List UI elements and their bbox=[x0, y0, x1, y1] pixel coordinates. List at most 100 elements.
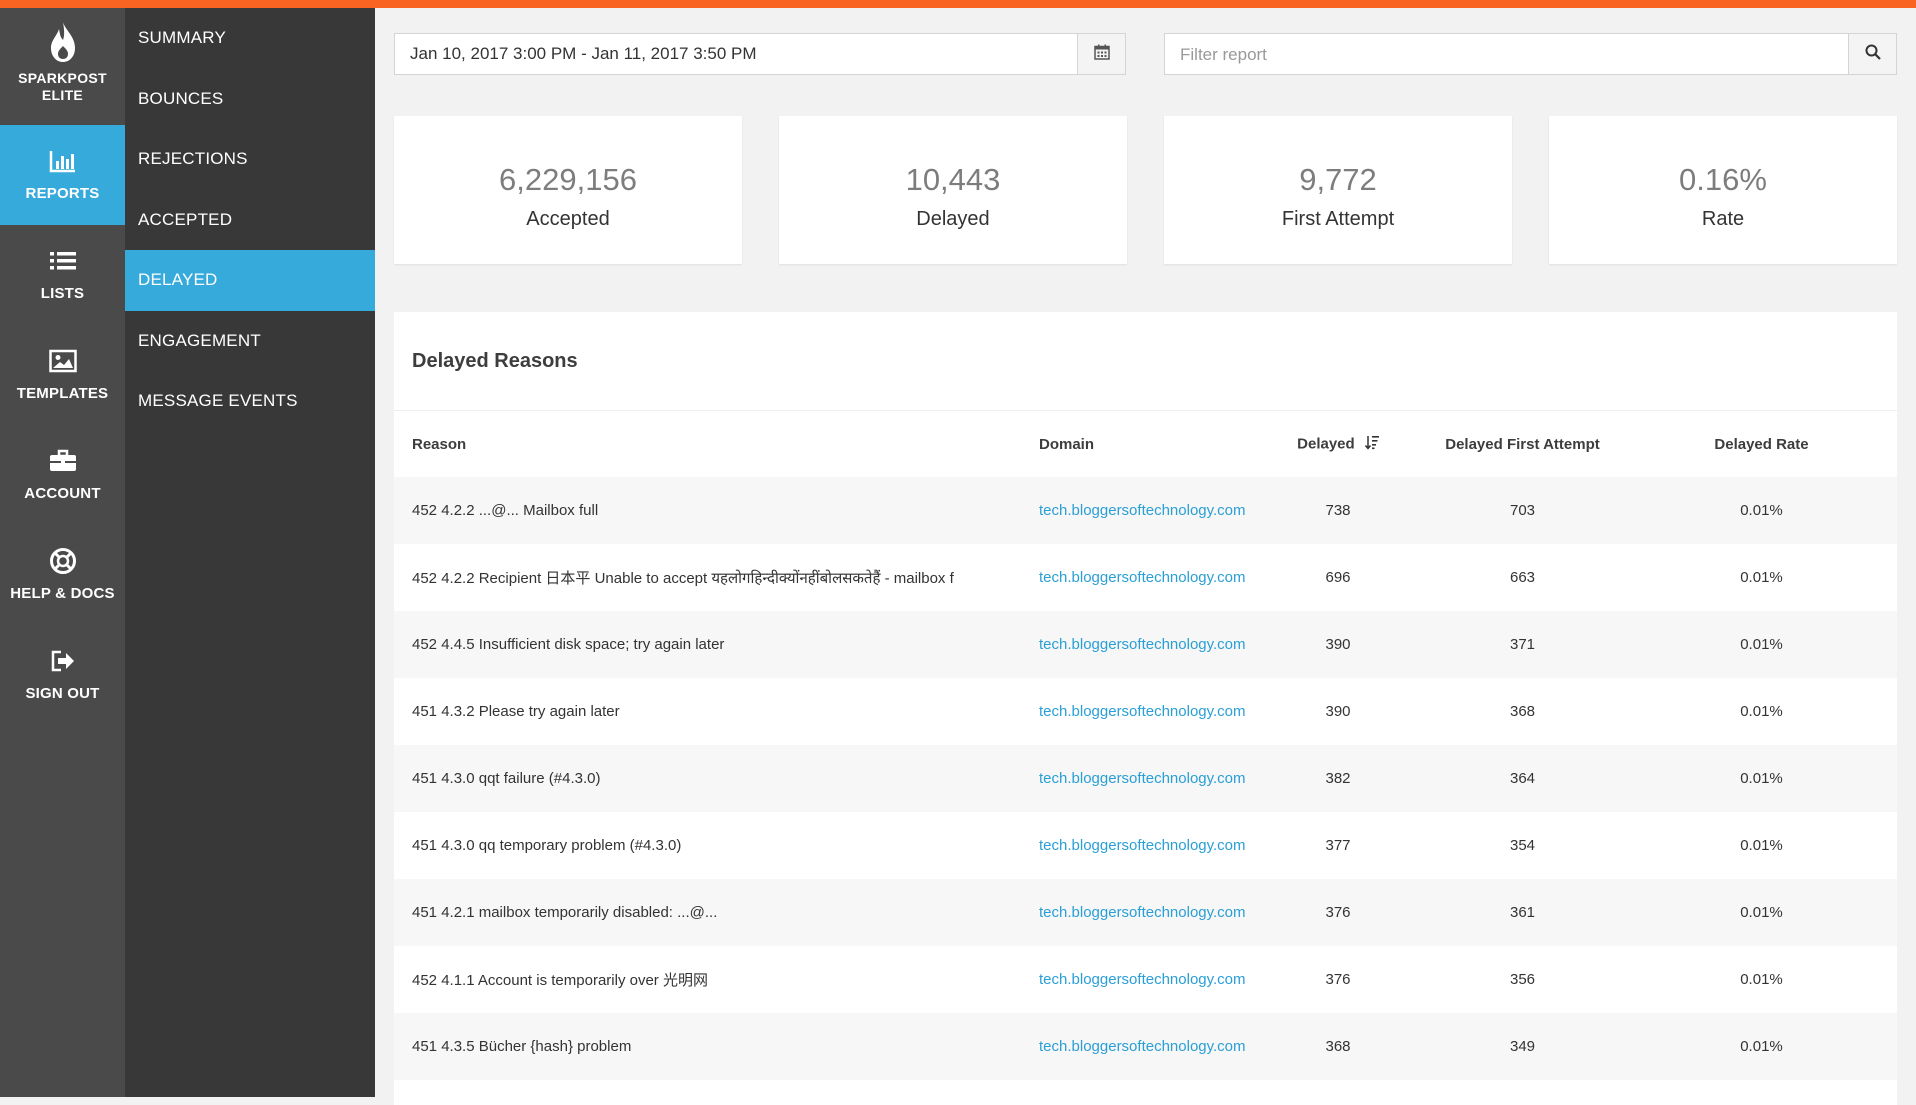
calendar-button[interactable] bbox=[1077, 34, 1125, 74]
table-row[interactable]: 452 4.2.2 ...@... Mailbox full tech.blogg… bbox=[394, 477, 1897, 544]
delayed-first-attempt-cell bbox=[1419, 1080, 1626, 1105]
filter-report-input[interactable] bbox=[1165, 34, 1842, 76]
column-header-delayed[interactable]: Delayed bbox=[1257, 411, 1419, 477]
column-header-domain[interactable]: Domain bbox=[1039, 411, 1257, 477]
brand-logo[interactable]: SPARKPOST ELITE bbox=[0, 8, 125, 125]
reason-cell: 451 4.3.0 qqt failure (#4.3.0) bbox=[412, 770, 601, 787]
column-header-reason[interactable]: Reason bbox=[394, 411, 1039, 477]
table-row[interactable]: 451 4.3.2 Please try again later tech.blo… bbox=[394, 678, 1897, 745]
delayed-rate-cell bbox=[1626, 1080, 1897, 1105]
reason-cell: 452 4.1.1 Account is temporarily over 光明… bbox=[412, 972, 708, 989]
delayed-first-attempt-cell: 354 bbox=[1509, 837, 1536, 854]
table-row[interactable]: 451 4.3.0 qqt failure (#4.3.0) tech.blogg… bbox=[394, 745, 1897, 812]
domain-cell: tech.bloggersoftechnology.com bbox=[1039, 879, 1257, 946]
main-content: Jan 10, 2017 3:00 PM - Jan 11, 2017 3:50… bbox=[375, 8, 1916, 1105]
subnav-accepted[interactable]: ACCEPTED bbox=[125, 190, 375, 251]
metric-label: Delayed bbox=[916, 208, 990, 230]
image-icon bbox=[0, 347, 125, 375]
sort-descending-icon[interactable] bbox=[1364, 435, 1379, 454]
flame-icon bbox=[0, 8, 125, 70]
brand-name: SPARKPOST bbox=[18, 70, 107, 86]
nav-reports-label: REPORTS bbox=[25, 185, 100, 202]
delayed-reasons-panel: Delayed Reasons Reason Domain Delayed De… bbox=[394, 312, 1897, 1105]
bar-chart-icon bbox=[0, 147, 125, 175]
list-icon bbox=[0, 247, 125, 275]
nav-help-docs-label: HELP & DOCS bbox=[10, 585, 115, 602]
nav-lists[interactable]: LISTS bbox=[0, 225, 125, 325]
subnav-delayed[interactable]: DELAYED bbox=[125, 250, 375, 311]
delayed-first-attempt-cell: 349 bbox=[1509, 1038, 1536, 1055]
table-row[interactable]: 451 4.3.0 qq temporary problem (#4.3.0) t… bbox=[394, 812, 1897, 879]
metric-value: 6,229,156 bbox=[499, 162, 637, 197]
domain-cell bbox=[1039, 1080, 1257, 1105]
column-header-delayed-label: Delayed bbox=[1297, 434, 1355, 452]
domain-cell: tech.bloggersoftechnology.com bbox=[1039, 812, 1257, 879]
domain-link[interactable]: tech.bloggersoftechnology.com bbox=[1039, 569, 1246, 586]
calendar-icon bbox=[1093, 44, 1110, 65]
table-row[interactable]: 451 4.3.5 Bücher {hash} problem tech.blog… bbox=[394, 1013, 1897, 1080]
domain-link[interactable]: tech.bloggersoftechnology.com bbox=[1039, 971, 1246, 988]
domain-cell: tech.bloggersoftechnology.com bbox=[1039, 611, 1257, 678]
domain-cell: tech.bloggersoftechnology.com bbox=[1039, 678, 1257, 745]
delayed-cell: 368 bbox=[1325, 1038, 1351, 1055]
reason-cell: 452 4.2.2 ...@... Mailbox full bbox=[412, 502, 599, 519]
delayed-rate-cell: 0.01% bbox=[1740, 770, 1783, 787]
domain-link[interactable]: tech.bloggersoftechnology.com bbox=[1039, 770, 1246, 787]
delayed-cell bbox=[1257, 1080, 1419, 1105]
domain-link[interactable]: tech.bloggersoftechnology.com bbox=[1039, 502, 1246, 519]
subnav-summary[interactable]: SUMMARY bbox=[125, 8, 375, 69]
nav-account[interactable]: ACCOUNT bbox=[0, 425, 125, 525]
delayed-first-attempt-cell: 361 bbox=[1509, 904, 1536, 921]
metric-value: 0.16% bbox=[1679, 162, 1767, 197]
subnav-engagement[interactable]: ENGAGEMENT bbox=[125, 311, 375, 372]
reports-subnav: SUMMARY BOUNCES REJECTIONS ACCEPTED DELA… bbox=[125, 8, 375, 1097]
metric-value: 9,772 bbox=[1299, 162, 1377, 197]
domain-link[interactable]: tech.bloggersoftechnology.com bbox=[1039, 837, 1246, 854]
delayed-first-attempt-cell: 364 bbox=[1509, 770, 1536, 787]
delayed-cell: 390 bbox=[1325, 636, 1351, 653]
table-row[interactable]: 451 4.2.1 mailbox temporarily disabled: … bbox=[394, 879, 1897, 946]
domain-cell: tech.bloggersoftechnology.com bbox=[1039, 946, 1257, 1013]
metric-card-delayed: 10,443 Delayed bbox=[779, 116, 1127, 264]
nav-sign-out[interactable]: SIGN OUT bbox=[0, 625, 125, 725]
nav-templates[interactable]: TEMPLATES bbox=[0, 325, 125, 425]
subnav-bounces[interactable]: BOUNCES bbox=[125, 69, 375, 130]
column-header-delayed-first-attempt[interactable]: Delayed First Attempt bbox=[1419, 411, 1626, 477]
table-row[interactable]: 452 4.4.5 Insufficient disk space; try a… bbox=[394, 611, 1897, 678]
reason-cell: 451 4.3.0 qq temporary problem (#4.3.0) bbox=[412, 837, 682, 854]
domain-link[interactable]: tech.bloggersoftechnology.com bbox=[1039, 703, 1246, 720]
table-row[interactable] bbox=[394, 1080, 1897, 1105]
table-row[interactable]: 452 4.2.2 Recipient 日本平 Unable to accept… bbox=[394, 544, 1897, 611]
domain-cell: tech.bloggersoftechnology.com bbox=[1039, 544, 1257, 611]
subnav-message-events[interactable]: MESSAGE EVENTS bbox=[125, 371, 375, 432]
domain-link[interactable]: tech.bloggersoftechnology.com bbox=[1039, 636, 1246, 653]
subnav-rejections[interactable]: REJECTIONS bbox=[125, 129, 375, 190]
primary-nav: SPARKPOST ELITE REPORTS LISTS TEMPLATES … bbox=[0, 8, 125, 1097]
date-range-picker[interactable]: Jan 10, 2017 3:00 PM - Jan 11, 2017 3:50… bbox=[394, 33, 1126, 75]
delayed-first-attempt-cell: 356 bbox=[1509, 971, 1536, 988]
delayed-rate-cell: 0.01% bbox=[1740, 502, 1783, 519]
nav-lists-label: LISTS bbox=[40, 285, 85, 302]
delayed-first-attempt-cell: 703 bbox=[1509, 502, 1536, 519]
domain-cell: tech.bloggersoftechnology.com bbox=[1039, 477, 1257, 544]
delayed-cell: 696 bbox=[1325, 569, 1351, 586]
delayed-cell: 377 bbox=[1325, 837, 1351, 854]
domain-link[interactable]: tech.bloggersoftechnology.com bbox=[1039, 1038, 1246, 1055]
delayed-rate-cell: 0.01% bbox=[1740, 703, 1783, 720]
delayed-cell: 376 bbox=[1325, 904, 1351, 921]
reason-cell: 452 4.4.5 Insufficient disk space; try a… bbox=[412, 636, 725, 653]
reason-cell: 451 4.2.1 mailbox temporarily disabled: … bbox=[412, 904, 718, 921]
date-range-value[interactable]: Jan 10, 2017 3:00 PM - Jan 11, 2017 3:50… bbox=[410, 34, 757, 74]
delayed-cell: 738 bbox=[1325, 502, 1351, 519]
search-button[interactable] bbox=[1848, 34, 1896, 74]
column-header-delayed-rate[interactable]: Delayed Rate bbox=[1626, 411, 1897, 477]
filter-report[interactable] bbox=[1164, 33, 1897, 76]
domain-cell: tech.bloggersoftechnology.com bbox=[1039, 745, 1257, 812]
delayed-rate-cell: 0.01% bbox=[1740, 1038, 1783, 1055]
domain-link[interactable]: tech.bloggersoftechnology.com bbox=[1039, 904, 1246, 921]
nav-reports[interactable]: REPORTS bbox=[0, 125, 125, 225]
top-accent-bar bbox=[0, 0, 1916, 8]
nav-help-docs[interactable]: HELP & DOCS bbox=[0, 525, 125, 625]
table-row[interactable]: 452 4.1.1 Account is temporarily over 光明… bbox=[394, 946, 1897, 1013]
briefcase-icon bbox=[0, 447, 125, 475]
